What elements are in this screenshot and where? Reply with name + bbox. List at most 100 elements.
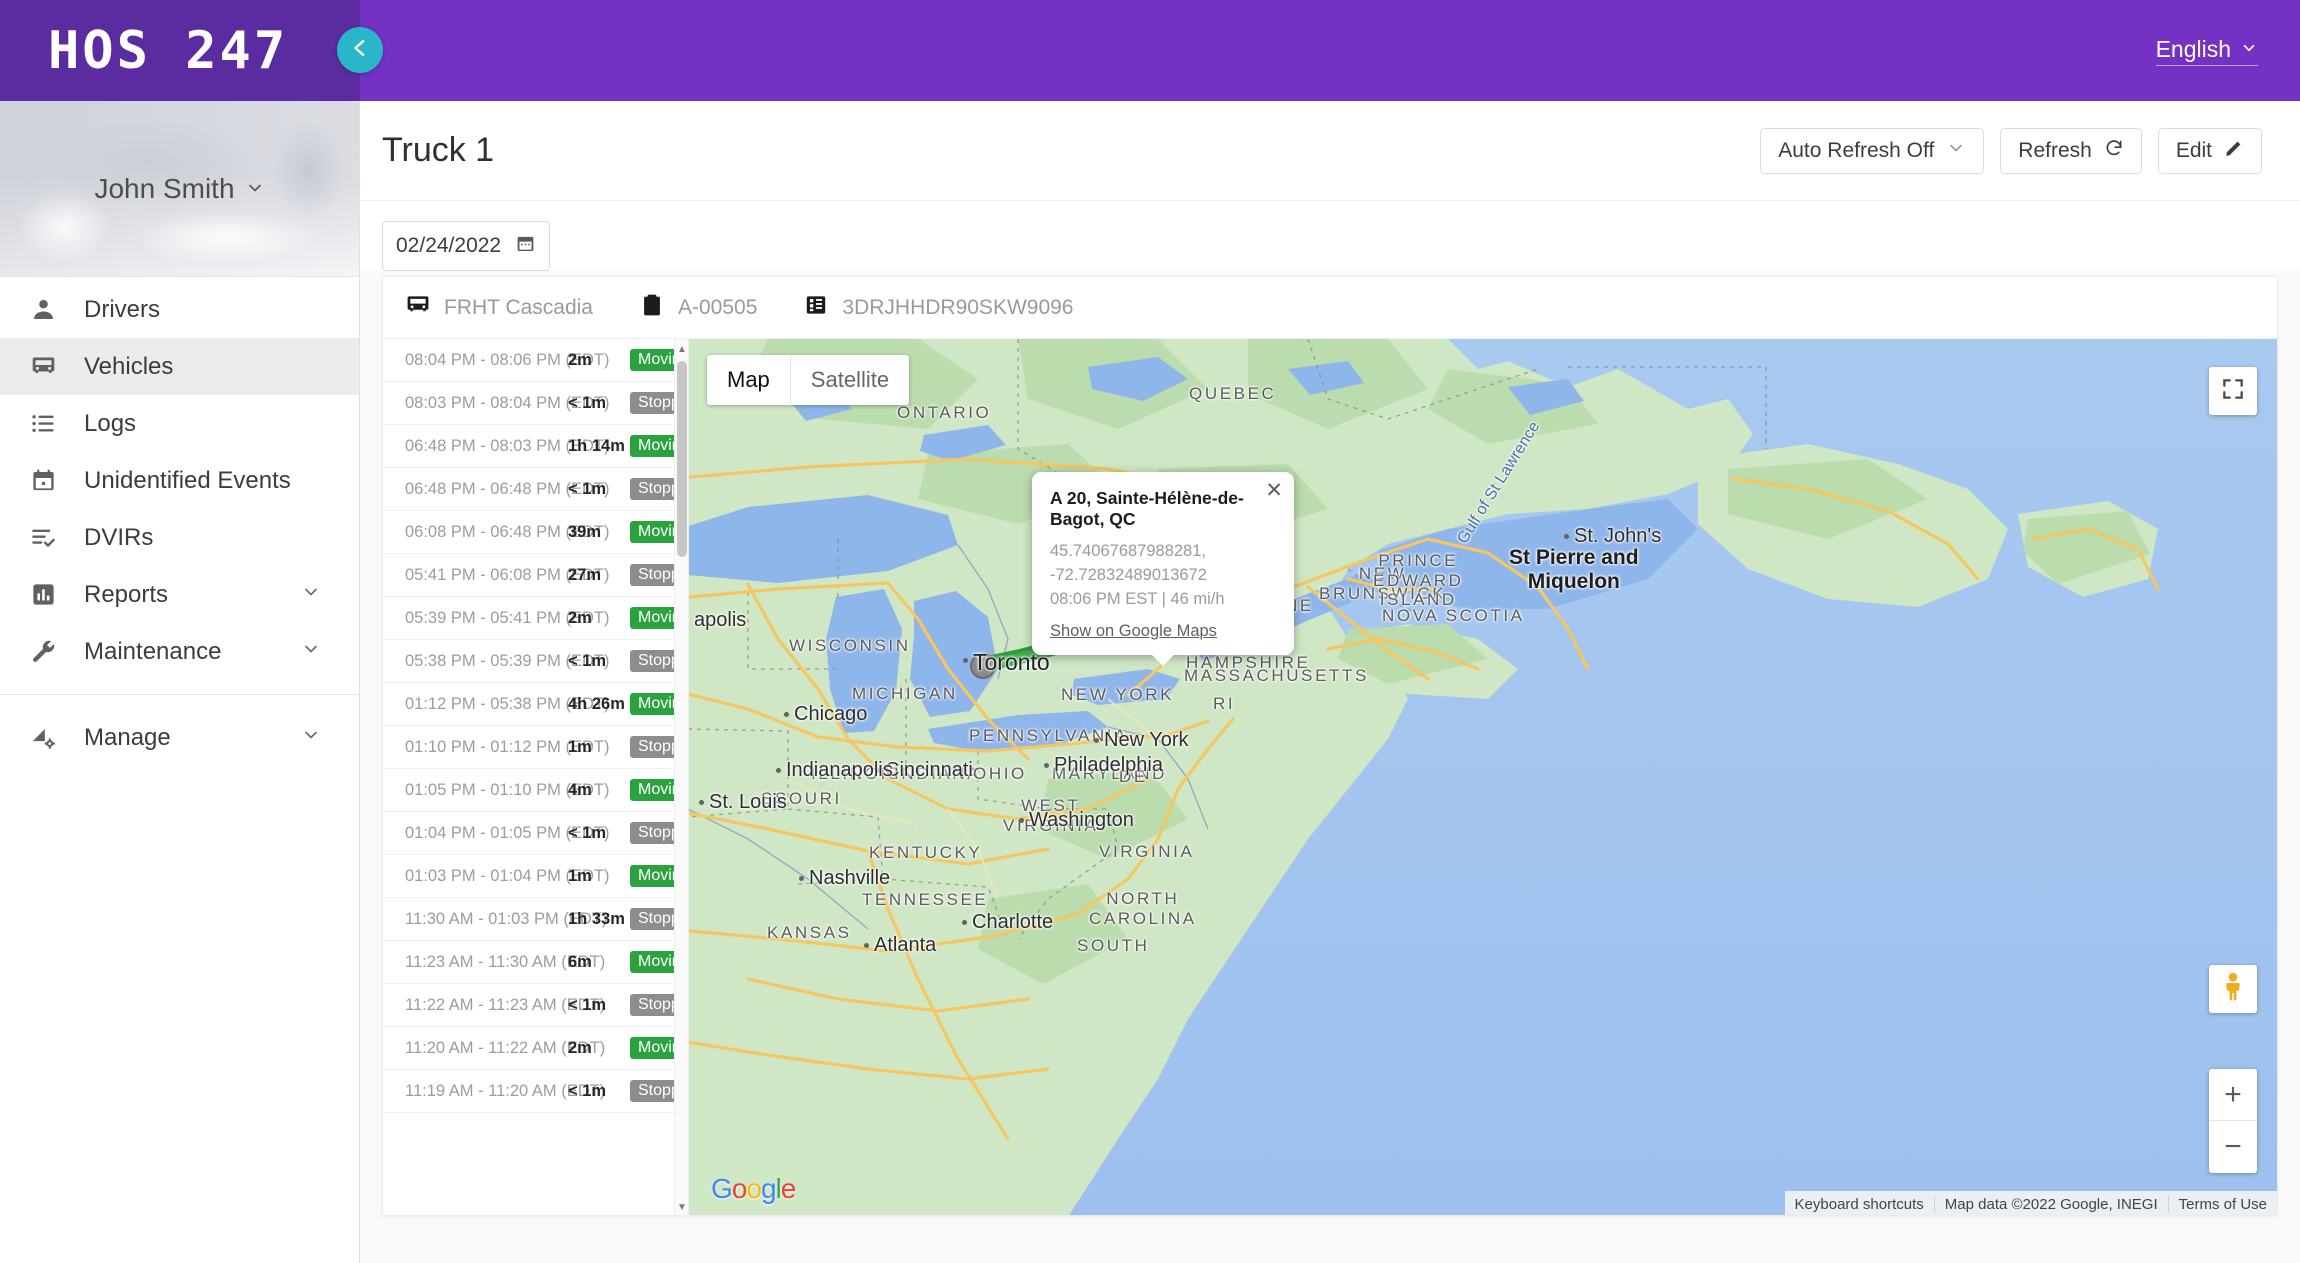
trip-row[interactable]: 11:22 AM - 11:23 AM (EDT)< 1mStopped [383,984,688,1027]
trip-duration: 2m [568,1038,592,1057]
keyboard-shortcuts-link[interactable]: Keyboard shortcuts [1785,1196,1934,1213]
auto-refresh-label: Auto Refresh Off [1778,139,1935,162]
trip-time: 11:30 AM - 01:03 PM (EDT) [405,909,608,928]
sidebar-divider [0,694,359,695]
chevron-down-icon [2240,36,2258,63]
sidebar-item-unidentified-events[interactable]: Unidentified Events [0,452,359,509]
scroll-down-arrow-icon[interactable]: ▼ [675,1199,688,1215]
main-content: Truck 1 Auto Refresh Off Refresh Edit 02… [360,101,2300,1263]
sidebar-item-reports[interactable]: Reports [0,566,359,623]
trip-row[interactable]: 11:20 AM - 11:22 AM (EDT) 2m Moving [383,1027,688,1070]
trip-duration: 27m [568,565,602,584]
sidebar-item-label: Reports [84,580,169,608]
trip-row[interactable]: 05:39 PM - 05:41 PM (EDT) 2m Moving [383,597,688,640]
manage-icon [30,724,68,751]
vehicle-model-label: FRHT Cascadia [444,295,593,319]
trip-time: 01:03 PM - 01:04 PM (EDT) [405,866,610,885]
map-canvas[interactable] [689,339,2277,1215]
show-on-google-maps-link[interactable]: Show on Google Maps [1050,622,1217,641]
header-actions: Auto Refresh Off Refresh Edit [1760,128,2262,174]
page-header: Truck 1 Auto Refresh Off Refresh Edit [360,101,2300,201]
profile-menu-button[interactable]: John Smith [94,173,264,205]
trip-row[interactable]: 06:48 PM - 06:48 PM (EDT)< 1mStopped [383,468,688,511]
refresh-icon [2104,138,2124,164]
map-type-map[interactable]: Map [707,355,790,405]
sidebar-item-dvirs[interactable]: DVIRs [0,509,359,566]
sidebar-item-label: Logs [84,409,137,437]
trip-row[interactable]: 05:41 PM - 06:08 PM (EDT)27mStopped [383,554,688,597]
trip-row[interactable]: 01:03 PM - 01:04 PM (EDT) 1m Moving [383,855,688,898]
date-picker[interactable]: 02/24/2022 [382,221,550,271]
scrollbar-thumb[interactable] [677,361,687,557]
sidebar-item-label: Drivers [84,295,160,323]
list-icon [30,410,68,437]
trip-list-scrollbar[interactable]: ▲ ▼ [674,339,688,1215]
map-attribution-bar: Keyboard shortcuts Map data ©2022 Google… [1784,1191,2277,1215]
trip-duration: 6m [568,952,592,971]
trip-row[interactable]: 08:04 PM - 08:06 PM (EDT) 2m Moving [383,339,688,382]
route-start-marker [970,653,996,679]
trip-time: 11:19 AM - 11:20 AM (EDT) [405,1081,606,1100]
trip-time: 11:20 AM - 11:22 AM (EDT) [405,1038,606,1057]
vehicle-vin: 3DRJHHDR90SKW9096 [803,292,1074,323]
chevron-left-icon [349,37,371,64]
zoom-out-button[interactable]: − [2209,1121,2257,1173]
vehicle-detail-card: FRHT Cascadia A-00505 3DRJHHDR90SKW9096 [382,276,2278,1216]
sidebar-item-drivers[interactable]: Drivers [0,281,359,338]
close-icon[interactable]: ✕ [1265,480,1283,501]
sidebar-item-logs[interactable]: Logs [0,395,359,452]
terms-of-use-link[interactable]: Terms of Use [2167,1195,2277,1213]
page-title: Truck 1 [382,131,495,169]
trip-row[interactable]: 01:04 PM - 01:05 PM (EDT)< 1mStopped [383,812,688,855]
bar-chart-icon [30,581,68,608]
chevron-down-icon [1946,138,1966,164]
street-view-pegman-icon [2220,972,2246,1007]
edit-button[interactable]: Edit [2157,128,2262,174]
trip-row[interactable]: 11:30 AM - 01:03 PM (EDT)1h 33mStopped [383,898,688,941]
trip-row[interactable]: 01:05 PM - 01:10 PM (EDT) 4m Moving [383,769,688,812]
chevron-down-icon [301,724,321,752]
sidebar: John Smith Drivers Vehicles Logs Unident… [0,101,360,1263]
trip-row[interactable]: 08:03 PM - 08:04 PM (EDT)< 1mStopped [383,382,688,425]
trip-time: 05:39 PM - 05:41 PM (EDT) [405,608,610,627]
trip-row[interactable]: 01:12 PM - 05:38 PM (EDT) 4h 26m Moving [383,683,688,726]
scroll-up-arrow-icon[interactable]: ▲ [675,341,688,357]
trip-row[interactable]: 05:38 PM - 05:39 PM (EDT)< 1mStopped [383,640,688,683]
trip-row[interactable]: 06:08 PM - 06:48 PM (EDT) 39m Moving [383,511,688,554]
zoom-in-button[interactable]: + [2209,1069,2257,1121]
street-view-pegman-button[interactable] [2209,965,2257,1013]
trip-duration: < 1m [568,995,607,1014]
sidebar-item-maintenance[interactable]: Maintenance [0,623,359,680]
map-panel[interactable]: ONTARIO QUEBEC WISCONSIN MICHIGAN ILLINOIS IN… [689,339,2277,1215]
fullscreen-icon [2220,376,2246,407]
trip-list-scroll-area[interactable]: 08:04 PM - 08:06 PM (EDT) 2m Moving 08:03 P… [383,339,688,1215]
map-type-control: Map Satellite [707,355,910,405]
trip-row[interactable]: 11:19 AM - 11:20 AM (EDT)< 1mStopped [383,1070,688,1113]
trip-row[interactable]: 11:23 AM - 11:30 AM (EDT) 6m Moving [383,941,688,984]
auto-refresh-dropdown[interactable]: Auto Refresh Off [1760,128,1985,174]
trip-time: 08:03 PM - 08:04 PM (EDT) [405,393,610,412]
map-fullscreen-button[interactable] [2209,367,2257,415]
chevron-down-icon [245,173,265,205]
trip-time: 01:12 PM - 05:38 PM (EDT) [405,694,610,713]
sidebar-collapse-button[interactable] [337,27,383,73]
refresh-button[interactable]: Refresh [2000,128,2142,174]
pencil-icon [2224,138,2244,164]
trip-time: 05:41 PM - 06:08 PM (EDT) [405,565,610,584]
map-graphics [689,339,2277,1215]
language-selector[interactable]: English [2155,36,2258,66]
trip-duration: 4h 26m [568,694,625,713]
trip-duration: 1h 14m [568,436,625,455]
app-root: HOS 247 English John Smith Drivers Vehic… [0,0,2300,1263]
sidebar-item-manage[interactable]: Manage [0,709,359,766]
trip-time: 01:10 PM - 01:12 PM (EDT) [405,737,610,756]
trip-row[interactable]: 06:48 PM - 08:03 PM (EDT) 1h 14m Moving [383,425,688,468]
truck-icon [30,353,68,380]
brand-area: HOS 247 [0,0,383,101]
trip-row[interactable]: 01:10 PM - 01:12 PM (EDT)1mStopped [383,726,688,769]
sidebar-item-vehicles[interactable]: Vehicles [0,338,359,395]
map-type-satellite[interactable]: Satellite [789,355,909,405]
sidebar-item-label: DVIRs [84,523,154,551]
vin-icon [803,292,829,323]
chevron-down-icon [301,638,321,666]
